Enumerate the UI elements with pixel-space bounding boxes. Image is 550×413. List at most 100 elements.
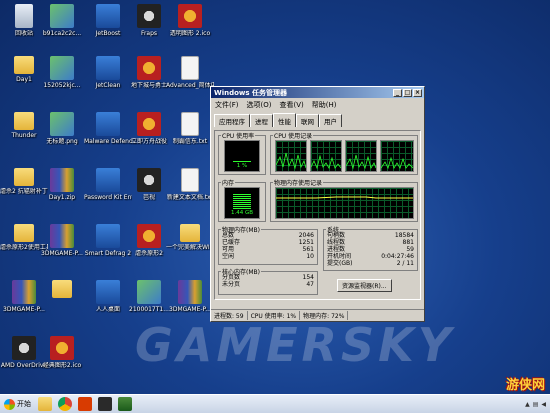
taskbar: 开始 ▲ ▤ ◀ xyxy=(0,394,550,413)
tab-applications[interactable]: 应用程序 xyxy=(214,114,250,127)
tab-strip: 应用程序 进程 性能 联网 用户 xyxy=(211,112,424,127)
desktop-shortcut[interactable]: Day1 xyxy=(4,56,44,104)
text-file-icon xyxy=(181,112,199,136)
desktop-shortcut[interactable]: 透明图形 2.ico xyxy=(170,4,210,52)
stat-value: 59 xyxy=(406,246,414,253)
game-icon xyxy=(137,224,161,248)
desktop-shortcut[interactable]: 3DMGAME-P... xyxy=(3,280,45,328)
desktop-shortcut[interactable]: Password Kit Enterpris... xyxy=(84,168,132,216)
minimize-button[interactable]: _ xyxy=(393,88,402,97)
desktop-shortcut[interactable]: 152052kjc... xyxy=(42,56,82,104)
desktop-shortcut[interactable] xyxy=(42,280,82,328)
ico-file-icon xyxy=(178,4,202,28)
desktop-shortcut[interactable]: JetClean xyxy=(88,56,128,104)
network-icon[interactable]: ▤ xyxy=(533,401,539,408)
cpu-usage-label: CPU 使用率 xyxy=(222,133,255,140)
maximize-button[interactable]: □ xyxy=(403,88,412,97)
stat-row: 开机时间 0:04:27:46 xyxy=(327,253,414,260)
desktop-shortcut-label: 3DMGAME-P... xyxy=(41,250,83,257)
menu-view[interactable]: 查看(V) xyxy=(279,100,303,110)
chrome-taskbar-icon[interactable] xyxy=(58,397,72,411)
image-file-icon xyxy=(50,4,74,28)
task-manager-titlebar[interactable]: Windows 任务管理器 _ □ × xyxy=(211,87,424,98)
stat-key: 空闲 xyxy=(222,253,235,260)
desktop-shortcut[interactable]: 经典图形2.ico xyxy=(42,336,82,384)
stat-row: 总数 2046 xyxy=(222,232,314,239)
menu-file[interactable]: 文件(F) xyxy=(215,100,239,110)
status-memory: 物理内存: 72% xyxy=(300,311,349,320)
cpu-usage-value: 1 % xyxy=(236,163,248,169)
game-taskbar-icon[interactable] xyxy=(98,397,112,411)
memory-gauge: 1.44 GB xyxy=(224,187,260,219)
app-icon xyxy=(137,168,161,192)
desktop-shortcut-label: 透明图形 2.ico xyxy=(169,30,211,37)
cpu-gauge-bar xyxy=(233,161,251,162)
tab-users[interactable]: 用户 xyxy=(319,114,342,127)
desktop-shortcut[interactable]: 新建文本文档.txt xyxy=(167,168,213,216)
desktop-shortcut[interactable]: Malware Defender xyxy=(84,112,132,160)
menu-options[interactable]: 选项(O) xyxy=(247,100,272,110)
desktop-shortcut[interactable]: 立即方舟战役 xyxy=(129,112,169,160)
desktop-shortcut-label: 3DMGAME-P... xyxy=(169,306,211,313)
tray-arrow-icon[interactable]: ▲ xyxy=(525,401,530,408)
task-manager-taskbar-icon[interactable] xyxy=(118,397,132,411)
stat-row: 分页数 154 xyxy=(222,274,314,281)
desktop-shortcut[interactable]: 人人桌面 xyxy=(88,280,128,328)
resource-monitor-button[interactable]: 资源监视器(R)... xyxy=(337,279,392,292)
media-taskbar-icon[interactable] xyxy=(78,397,92,411)
desktop-shortcut[interactable]: 芭视 xyxy=(129,168,169,216)
tab-networking[interactable]: 联网 xyxy=(296,114,319,127)
desktop-shortcut[interactable]: 一个完美解决WIN8A... xyxy=(166,224,214,272)
desktop-shortcut[interactable]: Smart Defrag 2 xyxy=(85,224,131,272)
smart-defrag-icon xyxy=(96,224,120,248)
desktop-shortcut[interactable]: 无标题.png xyxy=(42,112,82,160)
cpu-history-graph-core3 xyxy=(345,140,377,172)
desktop-shortcut[interactable]: 制霸信东.txt xyxy=(170,112,210,160)
cpu-core1-line xyxy=(275,152,307,170)
desktop-shortcut[interactable]: AMD OverDrive xyxy=(1,336,47,384)
stat-value: 10 xyxy=(306,253,314,260)
jetboost-icon xyxy=(96,4,120,28)
desktop-shortcut[interactable]: b91ca2c2c... xyxy=(42,4,82,52)
desktop-shortcut[interactable]: 地下城与勇士 xyxy=(129,56,169,104)
explorer-taskbar-icon[interactable] xyxy=(38,397,52,411)
desktop-shortcut[interactable]: JetBoost xyxy=(88,4,128,52)
desktop-shortcut-label: 一个完美解决WIN8A... xyxy=(166,244,214,251)
malware-defender-icon xyxy=(96,112,120,136)
desktop-shortcut[interactable]: Day1.zip xyxy=(42,168,82,216)
volume-icon[interactable]: ◀ xyxy=(541,401,546,408)
start-button[interactable]: 开始 xyxy=(0,396,35,413)
tab-performance[interactable]: 性能 xyxy=(273,113,296,127)
cpu-history-graph-core4 xyxy=(380,140,414,172)
desktop-shortcut[interactable]: 回收站 xyxy=(4,4,44,52)
system-tray: ▲ ▤ ◀ xyxy=(525,401,550,408)
desktop-shortcut[interactable]: Advanced_简体中文... xyxy=(166,56,214,104)
text-file-icon xyxy=(181,168,199,192)
stat-value: 561 xyxy=(302,246,314,253)
desktop-shortcut[interactable]: 虐杀原形2 xyxy=(129,224,169,272)
folder-icon xyxy=(14,168,34,186)
desktop-shortcut[interactable]: Fraps xyxy=(129,4,169,52)
amd-overdrive-icon xyxy=(12,336,36,360)
archive-icon xyxy=(50,224,74,248)
desktop-shortcut[interactable]: 虐杀2 抗辐射补丁包 xyxy=(0,168,48,216)
desktop-shortcut[interactable]: Thunder xyxy=(4,112,44,160)
task-manager-window: Windows 任务管理器 _ □ × 文件(F) 选项(O) 查看(V) 帮助… xyxy=(210,86,425,322)
desktop-shortcut-label: 无标题.png xyxy=(46,138,78,145)
menu-help[interactable]: 帮助(H) xyxy=(312,100,337,110)
physical-memory-stats: 总数 2046 已缓存 1251 可用 561 空闲 10 xyxy=(222,232,314,260)
archive-icon xyxy=(12,280,36,304)
desktop-shortcut[interactable]: 3DMGAME-P... xyxy=(41,224,83,272)
close-button[interactable]: × xyxy=(413,88,422,97)
stat-row: 可用 561 xyxy=(222,246,314,253)
desktop-shortcut-label: Advanced_简体中文... xyxy=(166,82,214,89)
desktop-shortcut[interactable]: 虐杀原形2使用工具 xyxy=(0,224,48,272)
memory-history-graph xyxy=(275,187,414,219)
memory-gauge-fill xyxy=(233,194,251,209)
stat-value: 881 xyxy=(402,239,414,246)
stat-key: 开机时间 xyxy=(327,253,352,260)
stat-value: 0:04:27:46 xyxy=(381,253,414,260)
start-label: 开始 xyxy=(17,400,31,408)
tab-processes[interactable]: 进程 xyxy=(250,114,273,127)
image-file-icon xyxy=(50,56,74,80)
